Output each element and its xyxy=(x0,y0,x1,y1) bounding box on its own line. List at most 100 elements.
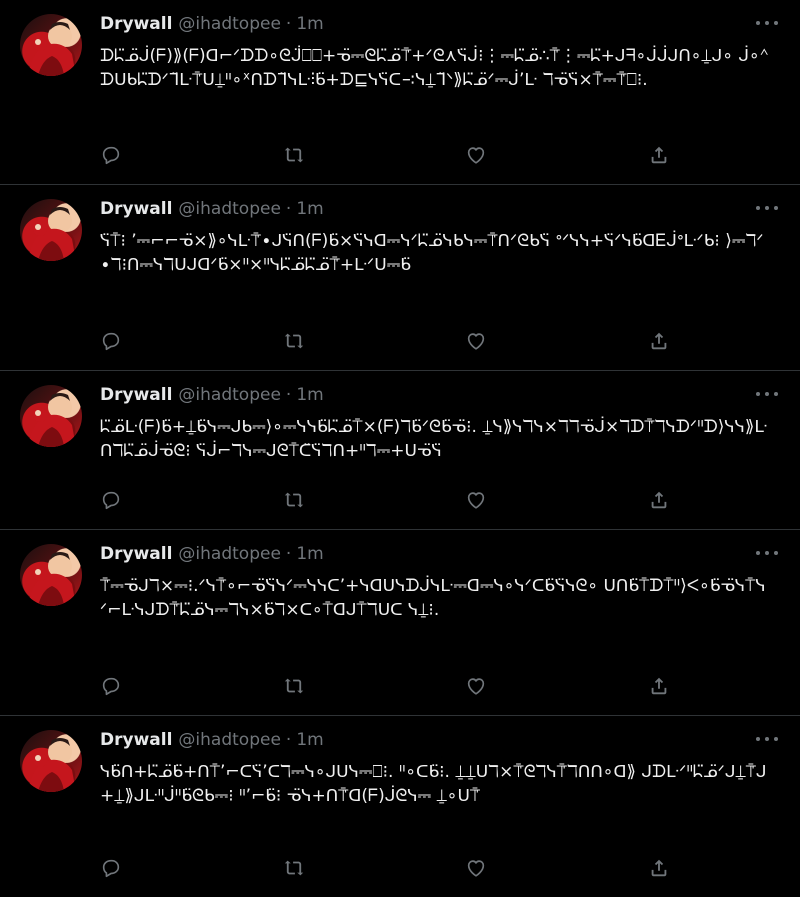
more-options-icon[interactable] xyxy=(756,548,778,558)
avatar[interactable] xyxy=(20,14,82,76)
like-button[interactable] xyxy=(465,144,487,166)
heart-icon xyxy=(468,333,485,350)
reply-button[interactable] xyxy=(100,144,122,166)
tweet-actions xyxy=(100,675,670,697)
retweet-button[interactable] xyxy=(283,489,305,511)
timestamp[interactable]: 1m xyxy=(296,14,323,34)
retweet-icon xyxy=(284,147,303,163)
retweet-button[interactable] xyxy=(283,330,305,352)
retweet-button[interactable] xyxy=(283,675,305,697)
heart-icon xyxy=(468,492,485,509)
tweet-text: ᓭᑲ̈ᑎ+ᖺ̈ᓄ̈ᑲ̈+ᑎ⍑’⌐ᑕᓭ̈’ᑕℸ⎓ᓭ∘ᒍᑌᓭ⎓⎕⁝. ᐦ∘ᑕᑲ̈⁝.… xyxy=(100,762,767,806)
avatar[interactable] xyxy=(20,544,82,606)
retweet-button[interactable] xyxy=(283,144,305,166)
tweet-actions xyxy=(100,857,670,879)
retweet-icon xyxy=(284,860,303,876)
timestamp[interactable]: 1m xyxy=(296,544,323,564)
tweet[interactable]: Drywall @ihadtopee · 1m ⍑̍⎓ᓀ̈ᒍℸ×⎓⁝.ᐟᓭ⍑̍∘… xyxy=(0,530,800,716)
retweet-icon xyxy=(284,333,303,349)
reply-button[interactable] xyxy=(100,675,122,697)
share-button[interactable] xyxy=(648,489,670,511)
tweet-header: Drywall @ihadtopee · 1m xyxy=(100,544,784,568)
author-handle[interactable]: @ihadtopee xyxy=(178,199,280,219)
tweet-actions xyxy=(100,144,670,166)
separator-dot: · xyxy=(285,730,292,750)
reply-icon xyxy=(102,491,120,510)
avatar-image xyxy=(28,738,76,792)
tweet-text: ᗪᖺ̈ᓄ̈ᒎ(ᖴ)⟫(ᖴ)ᗡ⌐ᐟᗪᗪ∘ᘓᒎ̈⎕⎕+ᓀ̈⎓ᘓᖺ̈ᓄ̈⍑̍+ᐟᘓ⋏ᓭ… xyxy=(100,46,769,90)
share-icon xyxy=(651,146,667,164)
tweet-content: Drywall @ihadtopee · 1m ᓭ̈⍑⁝ ’⎓⌐⌐ᓀ̈×⟫∘ᓭᒷ… xyxy=(100,199,784,277)
avatar-image xyxy=(28,207,76,261)
tweet-content: Drywall @ihadtopee · 1m ᖺ̈ᓄ̈ᒷ(ᖴ)ᑲ̈+⍊ᑲ̈ᓭ⎓… xyxy=(100,385,784,463)
heart-icon xyxy=(468,860,485,877)
separator-dot: · xyxy=(285,14,292,34)
reply-button[interactable] xyxy=(100,330,122,352)
tweet[interactable]: Drywall @ihadtopee · 1m ᖺ̈ᓄ̈ᒷ(ᖴ)ᑲ̈+⍊ᑲ̈ᓭ⎓… xyxy=(0,371,800,530)
author-name[interactable]: Drywall xyxy=(100,199,172,219)
tweet-header: Drywall @ihadtopee · 1m xyxy=(100,14,784,38)
timestamp[interactable]: 1m xyxy=(296,199,323,219)
heart-icon xyxy=(468,147,485,164)
like-button[interactable] xyxy=(465,857,487,879)
more-options-icon[interactable] xyxy=(756,734,778,744)
share-button[interactable] xyxy=(648,857,670,879)
like-button[interactable] xyxy=(465,675,487,697)
tweet-text: ⍑̍⎓ᓀ̈ᒍℸ×⎓⁝.ᐟᓭ⍑̍∘⌐ᓀ̈ᓭ̈ᓭᐟ⎓ᓭᓭᑕ’+ᓭᗡᑌᓭᗪᒎᓭᒷ⎓ᗡ⎓… xyxy=(100,576,766,620)
tweet-header: Drywall @ihadtopee · 1m xyxy=(100,199,784,223)
avatar-image xyxy=(28,393,76,447)
separator-dot: · xyxy=(285,544,292,564)
reply-icon xyxy=(102,859,120,878)
author-handle[interactable]: @ihadtopee xyxy=(178,14,280,34)
retweet-button[interactable] xyxy=(283,857,305,879)
reply-icon xyxy=(102,332,120,351)
tweet[interactable]: Drywall @ihadtopee · 1m ᓭᑲ̈ᑎ+ᖺ̈ᓄ̈ᑲ̈+ᑎ⍑’⌐… xyxy=(0,716,800,897)
tweet[interactable]: Drywall @ihadtopee · 1m ᗪᖺ̈ᓄ̈ᒎ(ᖴ)⟫(ᖴ)ᗡ⌐ᐟ… xyxy=(0,0,800,185)
retweet-icon xyxy=(284,678,303,694)
tweet-header: Drywall @ihadtopee · 1m xyxy=(100,385,784,409)
timestamp[interactable]: 1m xyxy=(296,385,323,405)
author-name[interactable]: Drywall xyxy=(100,730,172,750)
reply-button[interactable] xyxy=(100,489,122,511)
separator-dot: · xyxy=(285,385,292,405)
tweet-actions xyxy=(100,330,670,352)
retweet-icon xyxy=(284,492,303,508)
author-name[interactable]: Drywall xyxy=(100,14,172,34)
like-button[interactable] xyxy=(465,330,487,352)
share-icon xyxy=(651,332,667,350)
author-name[interactable]: Drywall xyxy=(100,385,172,405)
share-icon xyxy=(651,677,667,695)
tweet-feed: Drywall @ihadtopee · 1m ᗪᖺ̈ᓄ̈ᒎ(ᖴ)⟫(ᖴ)ᗡ⌐ᐟ… xyxy=(0,0,800,897)
reply-icon xyxy=(102,146,120,165)
share-button[interactable] xyxy=(648,675,670,697)
timestamp[interactable]: 1m xyxy=(296,730,323,750)
tweet-content: Drywall @ihadtopee · 1m ᓭᑲ̈ᑎ+ᖺ̈ᓄ̈ᑲ̈+ᑎ⍑’⌐… xyxy=(100,730,784,808)
avatar-image xyxy=(28,22,76,76)
author-handle[interactable]: @ihadtopee xyxy=(178,385,280,405)
tweet-content: Drywall @ihadtopee · 1m ⍑̍⎓ᓀ̈ᒍℸ×⎓⁝.ᐟᓭ⍑̍∘… xyxy=(100,544,784,622)
share-icon xyxy=(651,491,667,509)
more-options-icon[interactable] xyxy=(756,18,778,28)
more-options-icon[interactable] xyxy=(756,203,778,213)
author-handle[interactable]: @ihadtopee xyxy=(178,544,280,564)
author-name[interactable]: Drywall xyxy=(100,544,172,564)
share-button[interactable] xyxy=(648,144,670,166)
author-handle[interactable]: @ihadtopee xyxy=(178,730,280,750)
reply-icon xyxy=(102,677,120,696)
more-options-icon[interactable] xyxy=(756,389,778,399)
avatar[interactable] xyxy=(20,199,82,261)
avatar[interactable] xyxy=(20,730,82,792)
avatar[interactable] xyxy=(20,385,82,447)
separator-dot: · xyxy=(285,199,292,219)
tweet-actions xyxy=(100,489,670,511)
tweet-text: ᓭ̈⍑⁝ ’⎓⌐⌐ᓀ̈×⟫∘ᓭᒷ⍑̍∙ᒍᓭ̈ᑎ(ᖴ)ᑲ̈×ᓭ̈ᓭᗡ⎓ᓭᐟᖺ̈ᓄ̈… xyxy=(100,231,764,275)
like-button[interactable] xyxy=(465,489,487,511)
tweet-header: Drywall @ihadtopee · 1m xyxy=(100,730,784,754)
share-icon xyxy=(651,859,667,877)
reply-button[interactable] xyxy=(100,857,122,879)
tweet-text: ᖺ̈ᓄ̈ᒷ(ᖴ)ᑲ̈+⍊ᑲ̈ᓭ⎓ᒍᑲ⎓⟩∘⎓ᓭᓭᑲ̈ᖺ̈ᓄ̈⍑×(ᖴ)ℸᑲ̈ᐟᘓ… xyxy=(100,417,768,461)
heart-icon xyxy=(468,678,485,695)
share-button[interactable] xyxy=(648,330,670,352)
tweet[interactable]: Drywall @ihadtopee · 1m ᓭ̈⍑⁝ ’⎓⌐⌐ᓀ̈×⟫∘ᓭᒷ… xyxy=(0,185,800,371)
avatar-image xyxy=(28,552,76,606)
